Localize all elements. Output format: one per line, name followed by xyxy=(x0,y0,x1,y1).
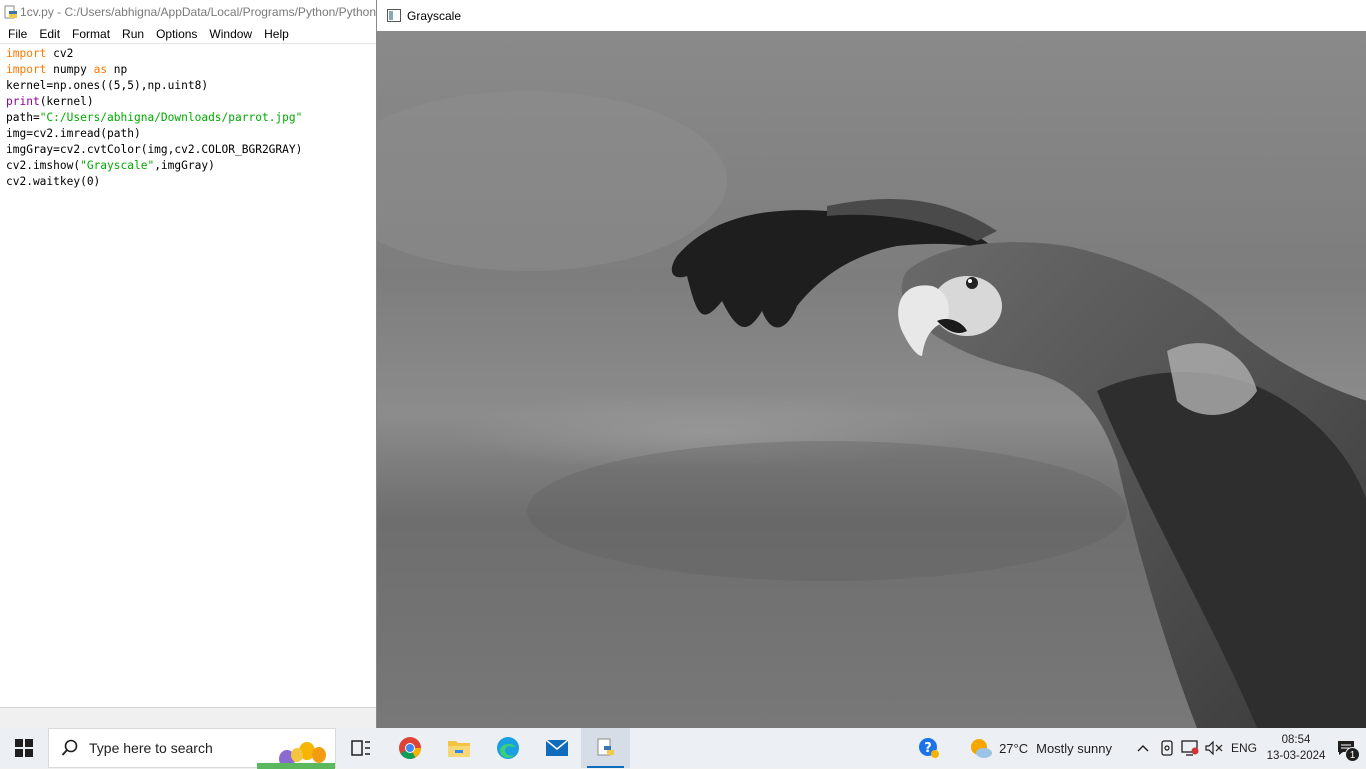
code-editor[interactable]: import cv2 import numpy as np kernel=np.… xyxy=(0,45,376,708)
python-idle-icon xyxy=(597,738,614,756)
menu-format[interactable]: Format xyxy=(66,24,116,44)
menu-file[interactable]: File xyxy=(2,24,33,44)
windows-logo-icon xyxy=(15,739,33,757)
parrot-photo xyxy=(377,31,1366,728)
python-file-icon xyxy=(4,5,17,19)
system-tray: ? 27°C Mostly sunny ENG 08:54 13-03-2024… xyxy=(909,728,1366,768)
code-line: kernel=np.ones((5,5),np.uint8) xyxy=(6,79,209,92)
python-idle-taskbar-button[interactable] xyxy=(581,728,630,768)
weather-temperature: 27°C xyxy=(999,740,1029,756)
menu-run[interactable]: Run xyxy=(116,24,150,44)
help-tray-button[interactable]: ? xyxy=(909,728,949,768)
code-line: import numpy as np xyxy=(6,63,128,76)
mail-icon xyxy=(545,739,568,756)
idle-title-bar[interactable]: 1cv.py - C:/Users/abhigna/AppData/Local/… xyxy=(0,0,376,24)
menu-help[interactable]: Help xyxy=(258,24,295,44)
windows-taskbar: Type here to search ? 27°C Mostly sunny … xyxy=(0,728,1366,769)
network-icon xyxy=(1181,740,1199,756)
show-hidden-icons-button[interactable] xyxy=(1130,728,1156,768)
grayscale-window[interactable]: Grayscale xyxy=(376,0,1366,728)
help-icon: ? xyxy=(919,738,940,758)
weather-widget[interactable]: 27°C Mostly sunny xyxy=(961,728,1120,768)
idle-editor-window[interactable]: 1cv.py - C:/Users/abhigna/AppData/Local/… xyxy=(0,0,377,728)
menu-window[interactable]: Window xyxy=(203,24,258,44)
idle-menu-bar: File Edit Format Run Options Window Help xyxy=(0,24,376,44)
weather-description: Mostly sunny xyxy=(1036,740,1112,756)
volume-muted-icon xyxy=(1205,741,1223,755)
notification-count-badge: 1 xyxy=(1345,747,1360,762)
clock-date: 13-03-2024 xyxy=(1266,750,1326,762)
idle-window-title: 1cv.py - C:/Users/abhigna/AppData/Local/… xyxy=(20,5,376,19)
search-placeholder: Type here to search xyxy=(89,740,213,756)
svg-text:?: ? xyxy=(924,741,932,756)
grayscale-title-bar[interactable]: Grayscale xyxy=(377,0,1366,31)
taskbar-search-box[interactable]: Type here to search xyxy=(48,728,336,769)
menu-edit[interactable]: Edit xyxy=(33,24,66,44)
file-explorer-icon xyxy=(447,741,470,757)
code-line: imgGray=cv2.cvtColor(img,cv2.COLOR_BGR2G… xyxy=(6,143,303,156)
task-view-button[interactable] xyxy=(336,728,385,768)
code-line: cv2.waitkey(0) xyxy=(6,175,101,188)
taskbar-clock[interactable]: 08:54 13-03-2024 xyxy=(1266,728,1326,768)
chevron-up-icon xyxy=(1137,745,1149,752)
idle-status-bar xyxy=(0,707,376,728)
clock-time: 08:54 xyxy=(1281,734,1311,746)
flowers-decoration-icon xyxy=(257,742,335,769)
code-line: print(kernel) xyxy=(6,95,94,108)
window-app-icon xyxy=(387,9,401,22)
code-line: import cv2 xyxy=(6,47,74,60)
meet-now-tray-button[interactable] xyxy=(1156,728,1178,768)
notification-center-button[interactable]: 1 xyxy=(1326,728,1366,768)
network-tray-button[interactable] xyxy=(1178,728,1202,768)
volume-tray-button[interactable] xyxy=(1202,728,1226,768)
grayscale-parrot-image xyxy=(377,31,1366,728)
edge-taskbar-button[interactable] xyxy=(483,728,532,768)
start-button[interactable] xyxy=(0,728,48,768)
search-icon xyxy=(61,739,78,756)
code-line: img=cv2.imread(path) xyxy=(6,127,141,140)
code-line: path="C:/Users/abhigna/Downloads/parrot.… xyxy=(6,111,303,124)
partly-sunny-icon xyxy=(971,739,993,758)
edge-icon xyxy=(496,737,519,759)
grayscale-window-title: Grayscale xyxy=(407,8,462,23)
file-explorer-taskbar-button[interactable] xyxy=(434,728,483,768)
mail-taskbar-button[interactable] xyxy=(532,728,581,768)
code-line: cv2.imshow("Grayscale",imgGray) xyxy=(6,159,215,172)
task-view-icon xyxy=(350,740,370,756)
language-indicator[interactable]: ENG xyxy=(1226,728,1262,768)
chrome-taskbar-button[interactable] xyxy=(385,728,434,768)
device-icon xyxy=(1161,740,1173,756)
chrome-icon xyxy=(398,737,421,759)
menu-options[interactable]: Options xyxy=(150,24,203,44)
